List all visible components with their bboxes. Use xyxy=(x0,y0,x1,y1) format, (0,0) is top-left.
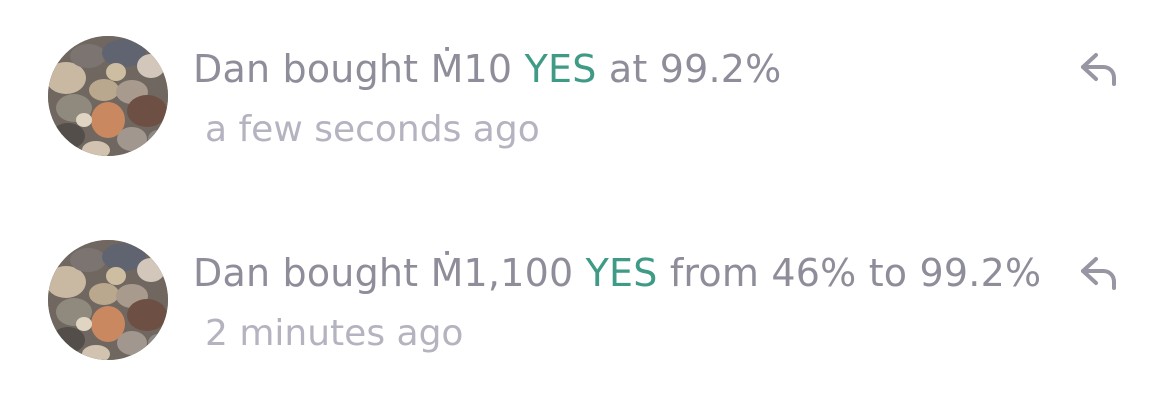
bet-price: at 99.2% xyxy=(608,47,782,91)
bet-feed-item: Dan bought Ṁ1,100 YES from 46% to 99.2% … xyxy=(0,224,1170,374)
bet-description: Dan bought Ṁ10 YES at 99.2% xyxy=(193,43,781,95)
reply-icon xyxy=(1081,257,1116,290)
bet-amount: Ṁ1,100 xyxy=(430,251,574,295)
bet-amount: Ṁ10 xyxy=(430,47,513,91)
bet-verb: bought xyxy=(282,47,419,91)
bet-description: Dan bought Ṁ1,100 YES from 46% to 99.2% xyxy=(193,247,1041,299)
bet-verb: bought xyxy=(282,251,419,295)
bet-timestamp[interactable]: a few seconds ago xyxy=(205,108,540,152)
avatar-image xyxy=(48,240,168,360)
bet-outcome: YES xyxy=(524,47,597,91)
bet-outcome: YES xyxy=(585,251,658,295)
avatar[interactable] xyxy=(48,36,168,156)
reply-icon xyxy=(1081,53,1116,86)
avatar-image xyxy=(48,36,168,156)
bet-activity-feed: Dan bought Ṁ10 YES at 99.2% a few second… xyxy=(0,0,1170,402)
user-name-link[interactable]: Dan xyxy=(193,47,270,91)
user-name-link[interactable]: Dan xyxy=(193,251,270,295)
bet-timestamp[interactable]: 2 minutes ago xyxy=(205,312,463,356)
avatar[interactable] xyxy=(48,240,168,360)
reply-button[interactable] xyxy=(1075,250,1121,296)
bet-price: from 46% to 99.2% xyxy=(669,251,1042,295)
reply-button[interactable] xyxy=(1075,46,1121,92)
bet-feed-item: Dan bought Ṁ10 YES at 99.2% a few second… xyxy=(0,20,1170,170)
